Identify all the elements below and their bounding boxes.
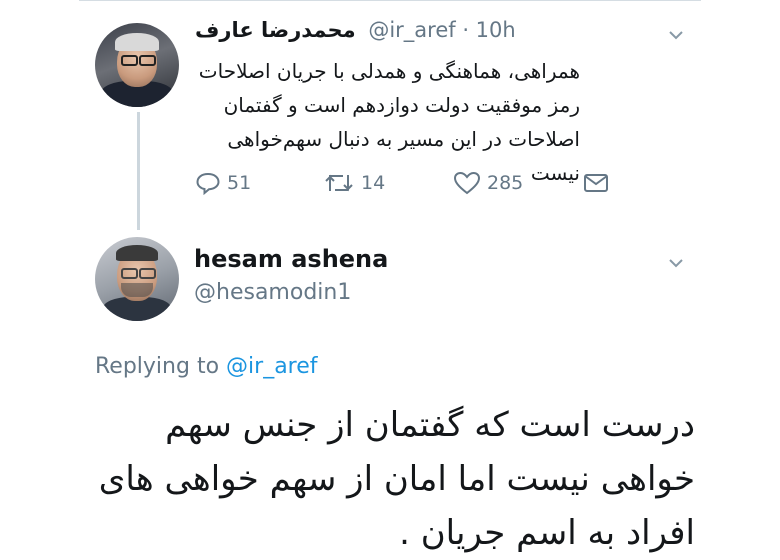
reply-icon <box>196 172 220 195</box>
retweet-button[interactable]: 14 <box>323 168 385 198</box>
like-count: 285 <box>487 172 524 194</box>
replying-to-handle-link[interactable]: @ir_aref <box>226 354 317 379</box>
thread-connector-line <box>137 112 140 230</box>
message-icon <box>584 174 608 192</box>
tweet1-actions: 51 14 285 <box>195 168 625 198</box>
chevron-down-icon[interactable] <box>668 255 684 271</box>
tweet2-display-name[interactable]: hesam ashena <box>194 245 388 273</box>
like-icon <box>453 171 481 195</box>
retweet-icon <box>325 174 353 192</box>
replying-to-label: Replying to <box>95 354 220 379</box>
tweet2-handle[interactable]: @hesamodin1 <box>194 280 351 305</box>
direct-message-button[interactable] <box>583 168 609 198</box>
reply-button[interactable]: 51 <box>195 168 251 198</box>
top-divider <box>79 0 701 1</box>
avatar-hesamodin1[interactable] <box>95 237 179 321</box>
tweet1-header: محمدرضا عارف @ir_aref · 10h <box>195 18 525 48</box>
like-button[interactable]: 285 <box>453 168 523 198</box>
chevron-down-icon[interactable] <box>668 27 684 43</box>
replying-to-line: Replying to @ir_aref <box>95 354 318 379</box>
retweet-count: 14 <box>361 172 386 194</box>
reply-count: 51 <box>227 172 252 194</box>
avatar-ir-aref[interactable] <box>95 23 179 107</box>
tweet2-text: درست است که گفتمان از جنس سهم خواهی نیست… <box>98 405 695 553</box>
tweet1-handle-time[interactable]: @ir_aref · 10h <box>368 18 515 42</box>
tweet1-display-name[interactable]: محمدرضا عارف <box>195 18 356 42</box>
